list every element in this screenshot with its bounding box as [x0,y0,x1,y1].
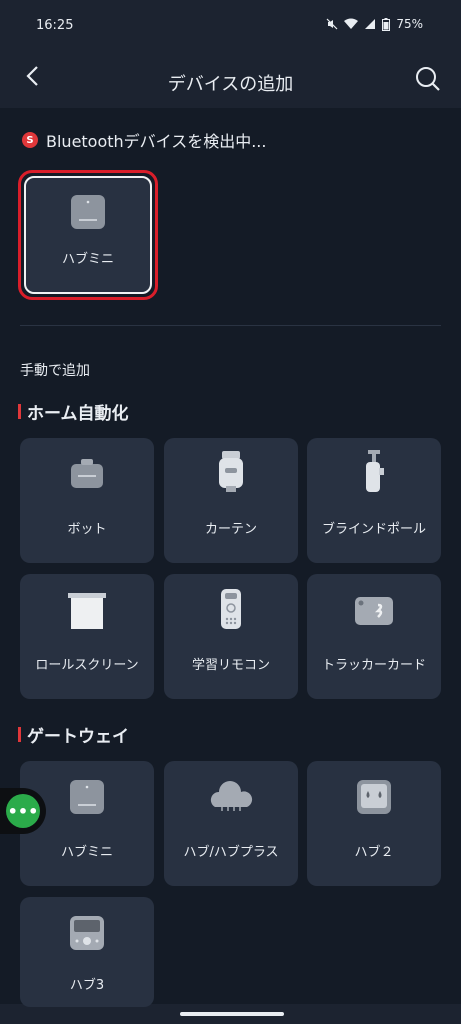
gesture-nav-bar[interactable] [180,1012,284,1016]
device-label: ハブ/ハブプラス [183,845,279,860]
found-device-label: ハブミニ [61,252,114,267]
blind-tilt-icon [366,450,384,492]
mute-icon [326,18,338,30]
status-time: 16:25 [36,18,74,33]
device-card-blind-tilt[interactable]: ブラインドポール [307,438,441,563]
device-label: ボット [67,522,107,537]
manual-add-heading: 手動で追加 [20,363,90,379]
device-card-roller-shade[interactable]: ロールスクリーン [20,574,154,699]
hub-mini-icon [71,195,105,229]
search-icon [416,67,440,91]
device-label: カーテン [204,522,257,537]
accent-bar [18,404,21,419]
tracker-card-icon [355,597,393,625]
device-label: ブラインドポール [321,522,426,537]
search-button[interactable] [413,64,443,94]
device-card-hub-plus[interactable]: ハブ/ハブプラス [164,761,298,886]
device-label: 学習リモコン [191,658,270,673]
hub3-icon [70,916,104,950]
bot-icon [71,459,103,488]
category-title: ゲートウェイ [27,727,129,747]
scanning-text: Bluetoothデバイスを検出中... [46,132,267,151]
category-title: ホーム自動化 [27,404,129,424]
hub-plus-icon [210,781,253,811]
roller-shade-icon [68,593,106,629]
device-card-curtain[interactable]: カーテン [164,438,298,563]
device-label: トラッカーカード [321,658,426,673]
accent-bar [18,727,21,742]
app-bar: デバイスの追加 [0,52,461,108]
device-label: ロールスクリーン [35,658,139,673]
device-card-hub3[interactable]: ハブ3 [20,897,154,1007]
status-icons: 75% [326,17,423,31]
more-dots-icon: ••• [6,794,40,828]
device-card-tracker[interactable]: トラッカーカード [307,574,441,699]
category-home-automation: ホーム自動化 [18,399,129,424]
battery-icon [382,17,391,31]
hub-mini-icon [70,780,104,814]
device-card-hub2[interactable]: ハブ２ [307,761,441,886]
device-label: ハブ3 [69,978,105,993]
remote-icon [221,589,241,629]
floating-assistant-button[interactable]: ••• [0,788,46,834]
hub2-icon [357,780,391,814]
page-title: デバイスの追加 [167,74,294,95]
signal-icon [365,19,376,29]
battery-level: 75% [396,17,423,31]
curtain-icon [219,451,243,492]
content-area: S Bluetoothデバイスを検出中... ハブミニ 手動で追加 ホーム自動化… [0,108,461,1007]
status-bar: 16:25 75% [0,0,461,52]
found-device-card[interactable]: ハブミニ [18,170,158,300]
device-card-remote[interactable]: 学習リモコン [164,574,298,699]
device-label: ハブミニ [60,845,113,860]
category-gateway: ゲートウェイ [18,722,129,747]
wifi-icon [344,18,359,29]
device-label: ハブ２ [354,845,394,860]
scanning-status: S Bluetoothデバイスを検出中... [22,128,266,152]
switchbot-logo-icon: S [22,132,38,148]
divider [20,325,441,326]
device-card-bot[interactable]: ボット [20,438,154,563]
